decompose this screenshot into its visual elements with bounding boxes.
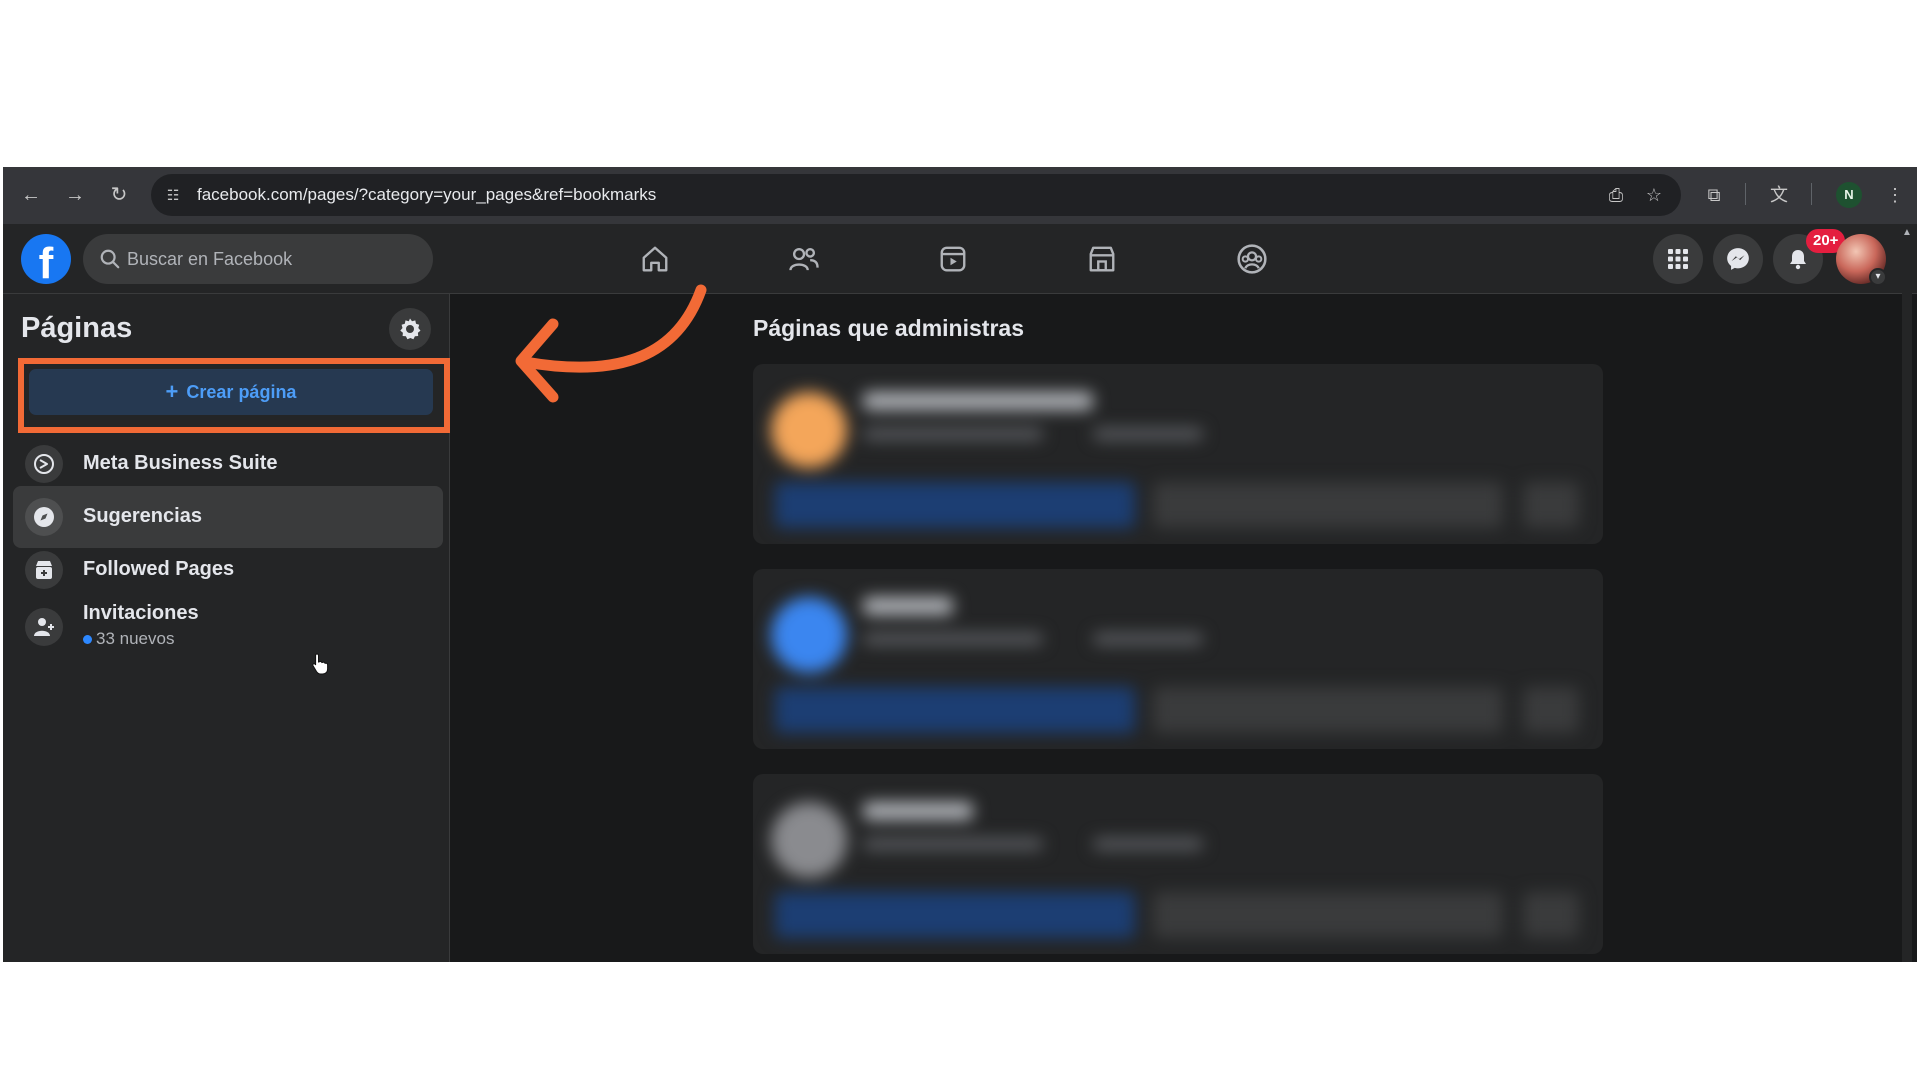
page-primary-button[interactable] <box>775 892 1135 938</box>
page-meta-blurred <box>863 633 1043 645</box>
extensions-icon[interactable]: ⧉ <box>1700 181 1728 209</box>
sidebar-item-label: Sugerencias <box>83 505 202 527</box>
page-more-button[interactable] <box>1523 892 1579 938</box>
page-meta-blurred <box>1093 428 1203 440</box>
install-app-icon[interactable]: ⎙ <box>1603 182 1629 208</box>
bookmark-star-icon[interactable]: ☆ <box>1641 182 1667 208</box>
back-icon[interactable]: ← <box>17 181 45 209</box>
translate-icon[interactable]: 文 <box>1765 181 1793 209</box>
page-primary-button[interactable] <box>775 482 1135 528</box>
create-page-button[interactable]: + Crear página <box>29 369 433 415</box>
create-page-label: Crear página <box>186 381 297 402</box>
scroll-up-icon[interactable]: ▲ <box>1902 227 1912 238</box>
page-secondary-button[interactable] <box>1153 482 1503 528</box>
page-meta-blurred <box>1093 838 1203 850</box>
address-bar[interactable]: ☷ facebook.com/pages/?category=your_page… <box>151 174 1681 216</box>
groups-icon[interactable] <box>1229 236 1275 282</box>
meta-business-icon <box>25 445 63 483</box>
invitations-count: 33 nuevos <box>83 629 174 649</box>
followed-pages-icon <box>25 551 63 589</box>
messenger-icon[interactable] <box>1713 234 1763 284</box>
sidebar-item-label: Meta Business Suite <box>83 452 278 474</box>
annotation-arrow-icon <box>515 284 707 403</box>
page-avatar[interactable] <box>771 597 847 673</box>
managed-page-card <box>753 774 1603 954</box>
page-avatar[interactable] <box>771 802 847 878</box>
pages-sidebar: Páginas + Crear página Meta Business Sui… <box>3 294 450 962</box>
browser-menu-icon[interactable]: ⋮ <box>1881 181 1909 209</box>
marketplace-icon[interactable] <box>1079 236 1125 282</box>
page-more-button[interactable] <box>1523 687 1579 733</box>
page-meta-blurred <box>1093 633 1203 645</box>
toolbar-divider <box>1745 183 1746 205</box>
page-more-button[interactable] <box>1523 482 1579 528</box>
facebook-header: f 20+ ▾ <box>3 224 1917 294</box>
page-title: Páginas que administras <box>753 315 1024 341</box>
page-name-blurred <box>863 597 953 615</box>
browser-profile-avatar[interactable]: N <box>1836 182 1862 208</box>
scrollbar-track[interactable] <box>1902 242 1912 962</box>
video-icon[interactable] <box>930 236 976 282</box>
hand-cursor-icon <box>312 653 329 675</box>
plus-icon: + <box>165 379 179 404</box>
settings-button[interactable] <box>389 308 431 350</box>
toolbar-divider <box>1811 183 1812 205</box>
managed-page-card <box>753 569 1603 749</box>
page-name-blurred <box>863 392 1093 410</box>
sidebar-title: Páginas <box>21 312 133 344</box>
search-icon <box>100 249 120 269</box>
search-box[interactable] <box>83 234 433 284</box>
page-primary-button[interactable] <box>775 687 1135 733</box>
page-secondary-button[interactable] <box>1153 687 1503 733</box>
page-meta-blurred <box>863 428 1043 440</box>
gear-icon <box>400 318 421 340</box>
invitations-count-text: 33 nuevos <box>96 629 175 648</box>
home-icon[interactable] <box>632 236 678 282</box>
search-input[interactable] <box>127 234 417 284</box>
browser-toolbar: ← → ↻ ☷ facebook.com/pages/?category=you… <box>3 167 1917 224</box>
chevron-down-icon[interactable]: ▾ <box>1869 268 1887 286</box>
site-info-icon[interactable]: ☷ <box>161 183 185 207</box>
page-meta-blurred <box>863 838 1043 850</box>
sidebar-item-label: Invitaciones <box>83 602 199 624</box>
forward-icon[interactable]: → <box>61 181 89 209</box>
browser-screenshot: ← → ↻ ☷ facebook.com/pages/?category=you… <box>3 167 1917 962</box>
page-name-blurred <box>863 802 973 820</box>
invite-user-icon <box>25 608 63 646</box>
friends-icon[interactable] <box>781 236 827 282</box>
reload-icon[interactable]: ↻ <box>105 181 133 209</box>
facebook-logo[interactable]: f <box>21 234 71 284</box>
sidebar-item-label: Followed Pages <box>83 558 235 580</box>
page-avatar[interactable] <box>771 392 847 468</box>
compass-icon <box>25 498 63 536</box>
sidebar-item-invitaciones[interactable]: Invitaciones 33 nuevos <box>13 592 443 662</box>
menu-grid-icon[interactable] <box>1653 234 1703 284</box>
page-secondary-button[interactable] <box>1153 892 1503 938</box>
unread-dot <box>83 634 92 644</box>
url-text[interactable]: facebook.com/pages/?category=your_pages&… <box>197 185 656 205</box>
managed-page-card <box>753 364 1603 544</box>
